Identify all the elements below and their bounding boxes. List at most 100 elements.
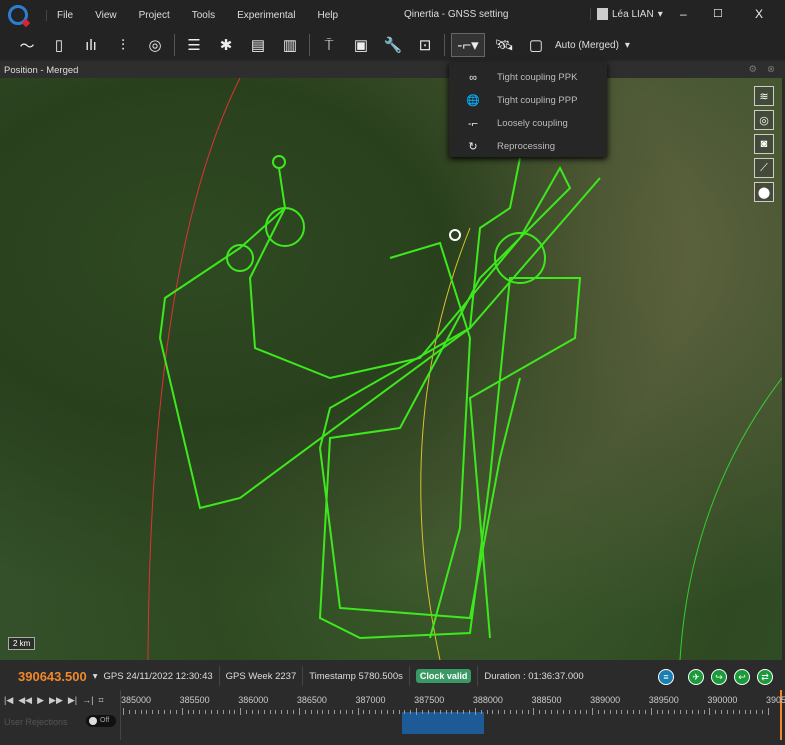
tick-mark bbox=[404, 710, 406, 714]
tick-label: 386000 bbox=[238, 695, 269, 705]
chevron-down-icon: ▾ bbox=[657, 8, 663, 20]
tick-mark bbox=[597, 710, 599, 714]
menu-item-tight-ppp[interactable]: 🌐 Tight coupling PPP bbox=[449, 89, 607, 112]
jump-icon[interactable]: →| bbox=[82, 695, 93, 706]
reprocess-icon: ↻ bbox=[468, 141, 478, 153]
return-button[interactable]: ↩ bbox=[734, 669, 750, 685]
playback-controls: |◀ ◀◀ ▶ ▶▶ ▶| →| ⌗ bbox=[4, 695, 104, 706]
tick-mark bbox=[580, 710, 582, 714]
tick-mark bbox=[521, 710, 523, 714]
sync-button[interactable]: ⇄ bbox=[757, 669, 773, 685]
play-icon[interactable]: ▶ bbox=[37, 695, 44, 706]
menu-item-label: Tight coupling PPP bbox=[497, 95, 578, 106]
toolbar: 〜 ▯ ılı ⫶ ◎ ☰ ✱ ▤ ▥ ⍑ ▣ 🔧 ⊡ -⌐▾ 🛰 ▢ Auto… bbox=[0, 30, 785, 60]
tick-mark bbox=[416, 708, 418, 715]
fast-forward-icon[interactable]: ▶▶ bbox=[49, 695, 63, 706]
chevron-down-icon[interactable]: ▾ bbox=[93, 671, 98, 682]
forward-button[interactable]: ↪ bbox=[711, 669, 727, 685]
timeline-selection[interactable] bbox=[401, 712, 484, 734]
menu-experimental[interactable]: Experimental bbox=[237, 10, 295, 21]
tick-mark bbox=[322, 710, 324, 714]
layers-button[interactable]: ≡ bbox=[658, 669, 674, 685]
coupling-mode-button[interactable]: -⌐▾ bbox=[451, 33, 485, 57]
close-button[interactable]: X bbox=[755, 7, 763, 21]
user-menu[interactable]: Léa LIAN ▾ bbox=[590, 8, 663, 20]
ruler-icon[interactable]: ⟋ bbox=[754, 158, 774, 178]
menu-item-reprocessing[interactable]: ↻ Reprocessing bbox=[449, 135, 607, 158]
mode-select[interactable]: Auto (Merged) bbox=[555, 40, 619, 51]
satellite-icon[interactable]: 🛰 bbox=[491, 33, 517, 57]
tick-mark bbox=[533, 708, 535, 715]
tick-mark bbox=[451, 710, 453, 714]
skip-start-icon[interactable]: |◀ bbox=[4, 695, 13, 706]
layers-icon[interactable]: ≋ bbox=[754, 86, 774, 106]
table-icon[interactable]: ▤ bbox=[245, 33, 271, 57]
tick-mark bbox=[275, 710, 277, 714]
tick-mark bbox=[744, 710, 746, 714]
close-panel-icon[interactable]: ⊗ bbox=[767, 64, 775, 75]
current-time: 390643.500 bbox=[18, 668, 87, 684]
bug-icon[interactable]: ✱ bbox=[213, 33, 239, 57]
report-icon[interactable]: ▥ bbox=[277, 33, 303, 57]
tick-mark bbox=[398, 710, 400, 714]
user-rejections-toggle[interactable]: Off bbox=[86, 715, 116, 727]
tick-mark bbox=[556, 710, 558, 714]
menu-help[interactable]: Help bbox=[317, 10, 338, 21]
tick-mark bbox=[592, 708, 594, 715]
tick-mark bbox=[228, 710, 230, 714]
radar-icon[interactable]: ◎ bbox=[142, 33, 168, 57]
maximize-button[interactable]: ☐ bbox=[713, 7, 723, 20]
tick-mark bbox=[709, 708, 711, 715]
tick-mark bbox=[439, 710, 441, 714]
device-icon[interactable]: ▢ bbox=[523, 33, 549, 57]
tick-mark bbox=[257, 710, 259, 714]
bar-chart-icon[interactable]: ılı bbox=[78, 33, 104, 57]
tick-mark bbox=[603, 710, 605, 714]
tick-mark bbox=[140, 710, 142, 714]
menu-file[interactable]: File bbox=[57, 10, 73, 21]
camera-icon[interactable]: ◙ bbox=[754, 134, 774, 154]
rewind-icon[interactable]: ◀◀ bbox=[18, 695, 32, 706]
signal-chart-icon[interactable]: ⫶ bbox=[110, 33, 136, 57]
locate-icon[interactable]: ◎ bbox=[754, 110, 774, 130]
tick-mark bbox=[539, 710, 541, 714]
menu-item-tight-ppk[interactable]: ∞ Tight coupling PPK bbox=[449, 66, 607, 89]
tick-mark bbox=[697, 710, 699, 714]
menu-view[interactable]: View bbox=[95, 10, 117, 21]
list-icon[interactable]: ☰ bbox=[181, 33, 207, 57]
range-circle-yellow bbox=[420, 227, 471, 660]
menu-tools[interactable]: Tools bbox=[192, 10, 215, 21]
tick-mark bbox=[545, 710, 547, 714]
satellite-button[interactable]: ✈ bbox=[688, 669, 704, 685]
trajectory-layer bbox=[147, 78, 782, 660]
image-icon[interactable]: ▣ bbox=[348, 33, 374, 57]
tick-mark bbox=[158, 710, 160, 714]
antenna-icon[interactable]: ⍑ bbox=[316, 33, 342, 57]
map-icon[interactable]: ▯ bbox=[46, 33, 72, 57]
range-circle-red bbox=[147, 78, 241, 660]
menu-project[interactable]: Project bbox=[139, 10, 170, 21]
pin-icon[interactable]: ⬤ bbox=[754, 182, 774, 202]
map-view[interactable]: ≋ ◎ ◙ ⟋ ⬤ 2 km bbox=[0, 78, 782, 660]
line-chart-icon[interactable]: 〜 bbox=[14, 33, 40, 57]
tick-mark bbox=[644, 710, 646, 714]
tick-mark bbox=[621, 710, 623, 714]
tick-mark bbox=[169, 710, 171, 714]
skip-end-icon[interactable]: ▶| bbox=[68, 695, 77, 706]
tick-mark bbox=[392, 710, 394, 714]
wrench-icon[interactable]: 🔧 bbox=[380, 33, 406, 57]
menu-item-loosely[interactable]: -⌐ Loosely coupling bbox=[449, 112, 607, 135]
settings-icon[interactable]: ⚙ bbox=[748, 64, 757, 75]
crop-icon[interactable]: ⌗ bbox=[98, 695, 103, 706]
tick-mark bbox=[334, 710, 336, 714]
tick-mark bbox=[199, 710, 201, 714]
timeline-axis[interactable]: 385000 385500 386000 386500 387000 387500 3880… bbox=[120, 690, 785, 740]
user-name: Léa LIAN bbox=[612, 8, 654, 20]
panel-title: Position - Merged bbox=[4, 65, 79, 76]
minimize-button[interactable]: – bbox=[680, 7, 687, 21]
gps-week: GPS Week 2237 bbox=[220, 666, 304, 686]
sensor-icon[interactable]: ⊡ bbox=[412, 33, 438, 57]
tick-mark bbox=[205, 710, 207, 714]
tick-mark bbox=[656, 710, 658, 714]
tick-mark bbox=[240, 708, 242, 715]
